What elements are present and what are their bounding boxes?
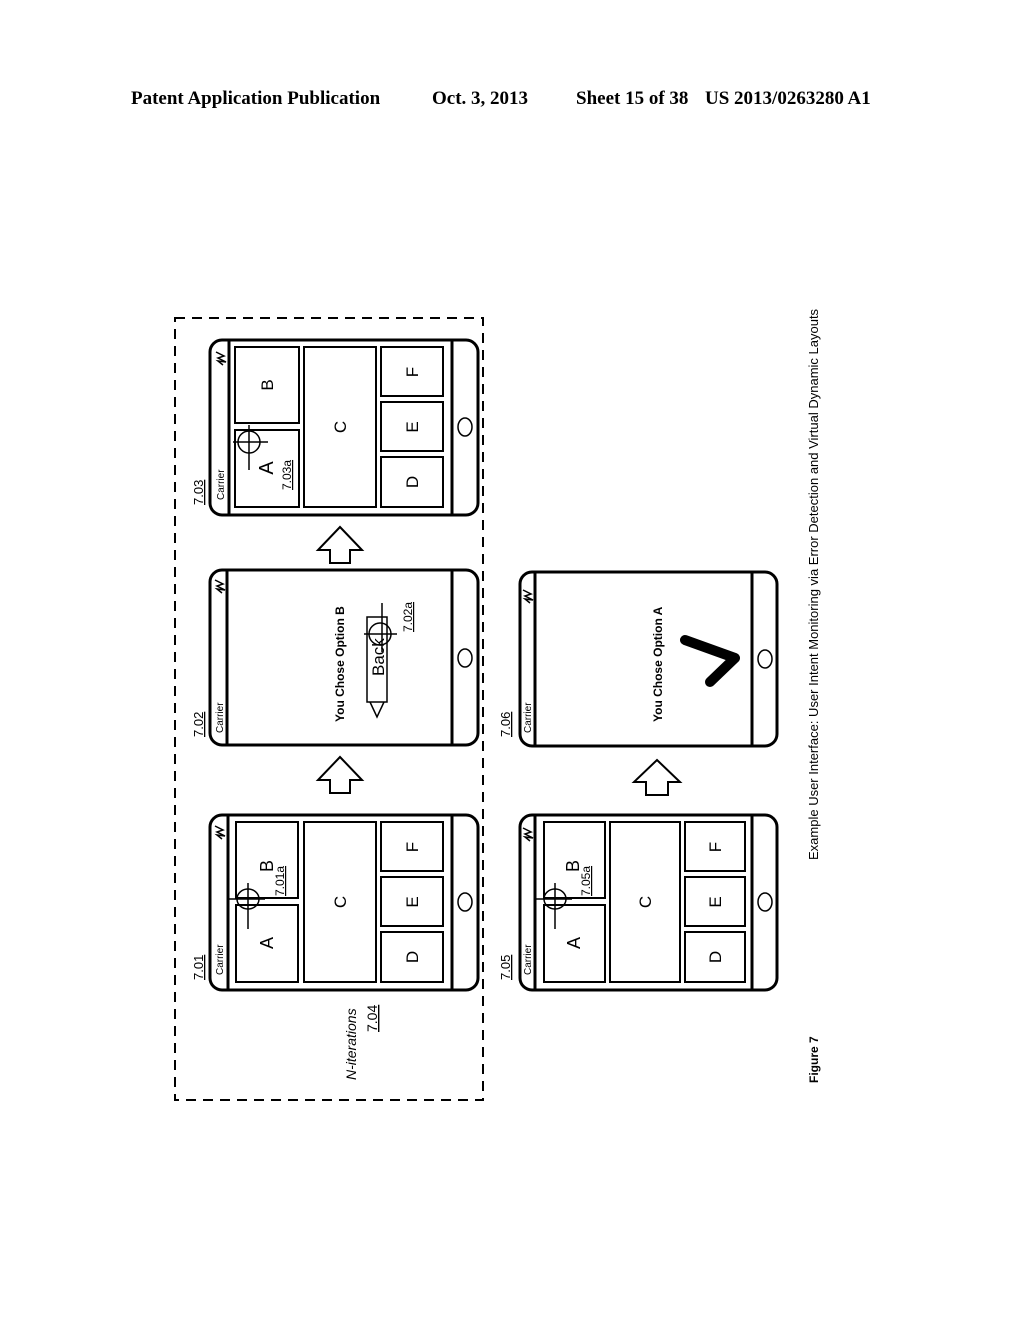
phone-ref: 7.01 xyxy=(191,955,206,980)
phone-7-03: 7.03 Carrier B A 7.03a C F E D xyxy=(191,338,480,517)
touch-ref: 7.01a xyxy=(273,866,287,896)
cell-label: A xyxy=(257,937,277,949)
touch-ref: 7.03a xyxy=(280,460,294,490)
result-message: You Chose Option A xyxy=(651,606,665,722)
cell-label: E xyxy=(403,421,422,432)
phone-7-05: 7.05 Carrier B 7.05a A C F E D xyxy=(498,813,779,992)
phone-7-06: 7.06 Carrier You Chose Option A xyxy=(498,570,779,748)
carrier-label: Carrier xyxy=(215,944,226,975)
touch-ref: 7.02a xyxy=(401,602,415,632)
cell-label: D xyxy=(706,951,725,963)
figure-caption: Example User Interface: User Intent Moni… xyxy=(806,308,821,860)
cell-label: A xyxy=(564,937,584,949)
flow-arrow-icon xyxy=(315,525,365,564)
cell-label: A xyxy=(256,461,278,475)
carrier-label: Carrier xyxy=(215,702,226,733)
cell-label: F xyxy=(403,367,422,377)
cell-label: F xyxy=(403,842,422,852)
phone-ref: 7.03 xyxy=(191,480,206,505)
touch-ref: 7.05a xyxy=(579,866,593,896)
iterations-ref: 7.04 xyxy=(364,1005,380,1032)
phone-ref: 7.02 xyxy=(191,712,206,737)
cell-label: C xyxy=(636,896,655,908)
phone-ref: 7.06 xyxy=(498,712,513,737)
cell-label: D xyxy=(403,951,422,963)
cell-label: C xyxy=(331,896,350,908)
cell-label: E xyxy=(403,896,422,907)
figure-label: Figure 7 xyxy=(807,1036,821,1083)
cell-label: D xyxy=(403,476,422,488)
phone-7-02: 7.02 Carrier You Chose Option B Back 7.0… xyxy=(191,568,480,747)
carrier-label: Carrier xyxy=(216,469,227,500)
carrier-label: Carrier xyxy=(523,944,534,975)
flow-arrow-icon xyxy=(631,758,683,796)
cell-label: B xyxy=(258,379,277,390)
cell-label: E xyxy=(706,896,725,907)
figure-drawing: N-iterations 7.04 7.03 Carrier B A 7.03a… xyxy=(174,308,821,1101)
flow-arrow-icon xyxy=(315,755,365,794)
cell-label: F xyxy=(706,842,725,852)
cell-label: C xyxy=(331,421,350,433)
carrier-label: Carrier xyxy=(523,702,534,733)
result-message: You Chose Option B xyxy=(333,606,347,722)
back-button[interactable]: Back xyxy=(366,616,388,719)
iterations-label: N-iterations xyxy=(343,1008,359,1080)
phone-7-01: 7.01 Carrier B 7.01a A C F E D xyxy=(191,813,480,992)
phone-ref: 7.05 xyxy=(498,955,513,980)
